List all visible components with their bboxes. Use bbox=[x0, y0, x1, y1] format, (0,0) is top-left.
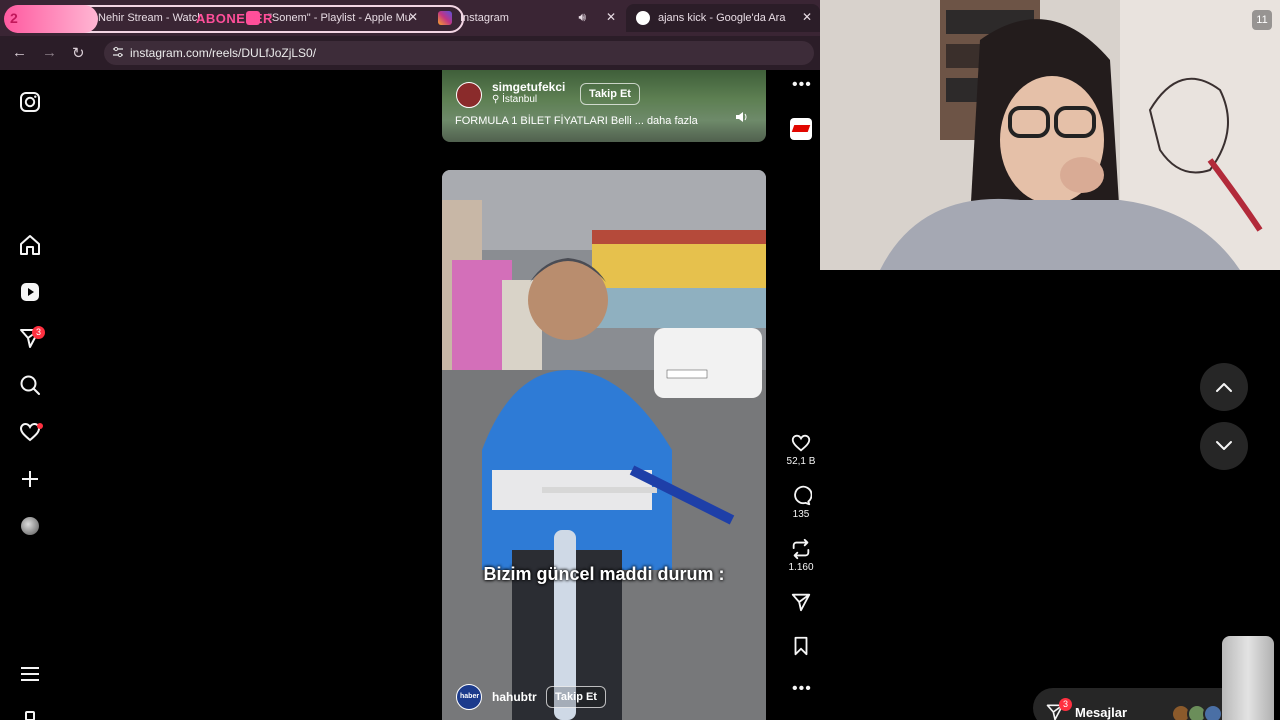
overlay-count: 2 bbox=[10, 10, 18, 26]
desk-cup-decoration bbox=[1222, 636, 1274, 720]
chevron-up-icon bbox=[1216, 383, 1232, 392]
menu-hamburger-icon[interactable] bbox=[18, 662, 42, 686]
f1-logo-icon bbox=[791, 125, 811, 132]
tab-google-search[interactable]: ajans kick - Google'da Ara ✕ bbox=[626, 4, 820, 32]
stream-overlay-pill bbox=[4, 5, 98, 33]
contact-avatar bbox=[1203, 704, 1223, 720]
search-icon[interactable] bbox=[18, 373, 42, 397]
reel-username[interactable]: simgetufekci bbox=[492, 80, 565, 94]
speaker-icon[interactable] bbox=[734, 110, 748, 124]
repost-action[interactable]: 1.160 bbox=[784, 538, 818, 573]
previous-reel[interactable]: simgetufekci ⚲ İstanbul Takip Et FORMULA… bbox=[442, 70, 766, 142]
comment-icon[interactable] bbox=[790, 485, 812, 507]
current-reel-video[interactable]: Bizim güncel maddi durum : haber hahubtr… bbox=[442, 170, 766, 720]
video-frame-illustration bbox=[442, 170, 766, 720]
reel-location[interactable]: ⚲ İstanbul bbox=[492, 94, 537, 105]
more-options-icon[interactable]: ••• bbox=[792, 680, 812, 698]
comment-count: 135 bbox=[792, 509, 810, 520]
forward-arrow-icon[interactable]: → bbox=[42, 44, 57, 61]
browser-tab-bar: Nehir Stream - Watch "Sonem" - Playlist … bbox=[0, 0, 820, 36]
repost-count: 1.160 bbox=[788, 562, 814, 573]
google-icon bbox=[636, 11, 650, 25]
instagram-logo-icon[interactable] bbox=[18, 90, 42, 114]
overlay-subscribers-label: ABONELER bbox=[196, 11, 273, 26]
address-bar[interactable]: instagram.com/reels/DULfJoZjLS0/ bbox=[104, 41, 814, 65]
messages-badge: 3 bbox=[32, 326, 45, 339]
webcam-counter: 11 bbox=[1252, 10, 1272, 30]
audio-thumbnail[interactable] bbox=[790, 118, 812, 140]
next-reel-button[interactable] bbox=[1200, 422, 1248, 470]
site-settings-icon[interactable] bbox=[112, 46, 124, 58]
bookmark-icon[interactable] bbox=[790, 635, 812, 657]
profile-avatar[interactable] bbox=[21, 517, 39, 535]
video-caption-overlay: Bizim güncel maddi durum : bbox=[483, 564, 725, 584]
follow-button[interactable]: Takip Et bbox=[546, 686, 606, 708]
previous-reel-button[interactable] bbox=[1200, 363, 1248, 411]
webcam-feed-illustration bbox=[820, 0, 1280, 270]
follow-button[interactable]: Takip Et bbox=[580, 83, 640, 105]
reel-username[interactable]: hahubtr bbox=[492, 690, 537, 704]
comment-action[interactable]: 135 bbox=[784, 485, 818, 520]
notification-dot bbox=[37, 423, 43, 429]
heart-icon[interactable] bbox=[790, 432, 812, 454]
like-count: 52,1 B bbox=[786, 456, 816, 467]
messages-label: Mesajlar bbox=[1075, 705, 1128, 720]
close-icon[interactable]: ✕ bbox=[802, 10, 812, 24]
reel-caption[interactable]: FORMULA 1 BİLET FİYATLARI Belli ... daha… bbox=[455, 115, 698, 127]
more-grid-icon[interactable] bbox=[18, 708, 42, 720]
chevron-down-icon bbox=[1216, 441, 1232, 450]
save-action[interactable] bbox=[784, 635, 818, 657]
repost-icon[interactable] bbox=[790, 538, 812, 560]
close-icon[interactable]: ✕ bbox=[606, 10, 616, 24]
messages-badge: 3 bbox=[1059, 698, 1072, 711]
reel-author-avatar[interactable]: haber bbox=[456, 684, 482, 710]
tab-label: ajans kick - Google'da Ara bbox=[658, 12, 786, 24]
back-arrow-icon[interactable]: ← bbox=[12, 44, 27, 61]
url-text: instagram.com/reels/DULfJoZjLS0/ bbox=[130, 46, 317, 60]
create-plus-icon[interactable] bbox=[18, 467, 42, 491]
more-options-icon[interactable]: ••• bbox=[792, 76, 812, 94]
screen: Nehir Stream - Watch "Sonem" - Playlist … bbox=[0, 0, 1280, 720]
browser-toolbar: ← → ↻ instagram.com/reels/DULfJoZjLS0/ bbox=[0, 36, 820, 70]
reload-icon[interactable]: ↻ bbox=[72, 44, 85, 62]
home-icon[interactable] bbox=[18, 233, 42, 257]
share-action[interactable] bbox=[784, 591, 818, 613]
webcam-overlay: 11 bbox=[820, 0, 1280, 270]
like-action[interactable]: 52,1 B bbox=[784, 432, 818, 467]
tab-label: Instagram bbox=[460, 12, 509, 24]
share-paper-plane-icon[interactable] bbox=[790, 591, 812, 613]
reel-author-avatar[interactable] bbox=[456, 82, 482, 108]
speaker-icon[interactable]: 🔊︎ bbox=[578, 10, 586, 25]
reels-icon[interactable] bbox=[18, 280, 42, 304]
